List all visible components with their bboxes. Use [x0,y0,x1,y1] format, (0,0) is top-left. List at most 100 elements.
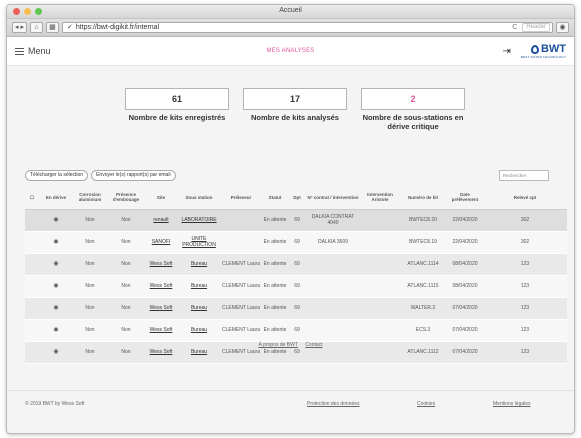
reader-button[interactable]: Reader [522,23,550,32]
bookmarks-icon[interactable]: ⌂ [29,22,43,33]
tabs-icon[interactable]: ▦ [45,22,59,33]
reload-icon[interactable]: C [512,23,517,32]
eye-icon[interactable]: ◉ [53,305,58,311]
download-selection-button[interactable]: Télécharger la sélection [25,170,89,181]
cell-link[interactable]: Bureau [191,327,207,333]
eye-icon[interactable]: ◉ [53,239,58,245]
cell-text: CLEMENT Laura [222,261,260,267]
eye-icon[interactable]: ◉ [53,283,58,289]
table-cell[interactable]: Wess Soft [145,253,177,276]
view-cell: ◉ [39,275,73,298]
column-header[interactable]: Présence d'embouage [107,186,145,210]
table-cell[interactable]: SANOFI [145,231,177,254]
bwt-logo[interactable]: BWT BEST WATER TECHNOLOGY [521,43,566,59]
row-checkbox[interactable] [25,253,39,276]
column-header[interactable]: Relevé cpt [483,186,567,210]
row-checkbox[interactable] [25,297,39,320]
address-bar[interactable]: ✓ https://bwt-digikit.fr/internal C Read… [61,22,553,33]
cell-link[interactable]: UNITE PRODUCTION [182,236,216,248]
cell-link[interactable]: LABORATOIRE [181,217,216,223]
downloads-icon[interactable]: ◉ [556,22,569,33]
table-cell[interactable]: LABORATOIRE [177,209,221,232]
column-header[interactable]: Sous station [177,186,221,210]
column-header[interactable]: Date prélèvement [447,186,483,210]
cell-link[interactable]: renault [153,217,168,223]
water-drop-icon [530,44,539,54]
cookies-link[interactable]: Cookies [417,401,435,407]
menu-button[interactable]: Menu [15,46,51,56]
table-cell: Non [107,253,145,276]
logout-icon[interactable]: ⇥ [503,46,511,57]
search-input[interactable]: Rechercher [499,170,549,181]
row-checkbox[interactable] [25,231,39,254]
column-header[interactable]: Dpt [289,186,305,210]
table-cell[interactable]: Bureau [177,319,221,342]
about-link[interactable]: À propos de BWT [258,342,297,348]
eye-icon[interactable]: ◉ [53,349,58,355]
cell-link[interactable]: SANOFI [152,239,171,245]
cell-text: 123 [520,327,530,333]
eye-icon[interactable]: ◉ [53,327,58,333]
cell-text: Non [121,239,131,245]
column-header[interactable]: Intervention Aristote [361,186,399,210]
cell-text: Non [121,217,131,223]
cell-link[interactable]: Bureau [191,283,207,289]
table-row[interactable]: ◉ Non Non Wess Soft Bureau CLEMENT Laura En at… [25,297,567,320]
cell-text: CLEMENT Laura [222,305,260,311]
cell-link[interactable]: Wess Soft [150,261,173,267]
eye-icon[interactable]: ◉ [53,261,58,267]
cell-link[interactable]: Bureau [191,349,207,355]
table-cell[interactable]: Bureau [177,275,221,298]
eye-icon[interactable]: ◉ [53,217,58,223]
page-title: MES ANALYSES [266,48,315,54]
table-cell[interactable]: Wess Soft [145,297,177,320]
column-header[interactable]: Site [145,186,177,210]
cell-text: 69 [294,261,300,267]
table-cell: Non [107,297,145,320]
table-cell[interactable]: Wess Soft [145,319,177,342]
table-cell: Non [73,275,107,298]
cell-link[interactable]: Bureau [191,261,207,267]
menu-label: Menu [28,46,51,56]
column-header[interactable]: Corrosion aluminium [73,186,107,210]
row-checkbox[interactable] [25,275,39,298]
table-cell: WALTER.3 [399,297,447,320]
stat-label: Nombre de kits analysés [251,113,339,122]
table-row[interactable]: ◉ Non Non Wess Soft Bureau CLEMENT Laura En at… [25,319,567,342]
select-all-checkbox[interactable]: ☐ [25,186,39,210]
column-header[interactable]: Préleveur [221,186,261,210]
cell-text: Non [85,261,95,267]
table-row[interactable]: ◉ Non Non renault LABORATOIRE En attente 69 DAL… [25,209,567,232]
table-row[interactable]: ◉ Non Non Wess Soft Bureau CLEMENT Laura En at… [25,253,567,276]
cell-link[interactable]: Wess Soft [150,349,173,355]
cell-text: 123 [520,261,530,267]
privacy-link[interactable]: Protection des données [307,401,360,407]
contact-link[interactable]: Contact [305,342,322,348]
column-header[interactable]: Statut [261,186,289,210]
table-cell: 123 [483,275,567,298]
row-checkbox[interactable] [25,209,39,232]
cell-link[interactable]: Wess Soft [150,283,173,289]
legal-link[interactable]: Mentions légales [493,401,531,407]
table-cell[interactable]: Bureau [177,253,221,276]
email-report-button[interactable]: Envoyer le(s) rapport(s) par email [91,170,176,181]
table-cell[interactable]: Bureau [177,297,221,320]
table-cell[interactable]: UNITE PRODUCTION [177,231,221,254]
table-cell[interactable]: renault [145,209,177,232]
column-header[interactable]: Numéro de kit [399,186,447,210]
column-header[interactable]: En dérive [39,186,73,210]
cell-link[interactable]: Wess Soft [150,327,173,333]
stat-kits-registered: 61 Nombre de kits enregistrés [125,88,229,122]
table-body: ◉ Non Non renault LABORATOIRE En attente 69 DAL… [25,209,567,364]
cell-link[interactable]: Wess Soft [150,305,173,311]
column-header[interactable]: N° contrat / intervention [305,186,361,210]
cell-text: Non [85,217,95,223]
table-cell: Non [107,209,145,232]
table-cell[interactable]: Wess Soft [145,275,177,298]
table-row[interactable]: ◉ Non Non Wess Soft Bureau CLEMENT Laura En at… [25,275,567,298]
row-checkbox[interactable] [25,319,39,342]
cell-text: En attente [263,327,287,333]
back-forward-icon[interactable]: ◂ ▸ [12,22,27,33]
cell-link[interactable]: Bureau [191,305,207,311]
table-row[interactable]: ◉ Non Non SANOFI UNITE PRODUCTION En attente 6… [25,231,567,254]
